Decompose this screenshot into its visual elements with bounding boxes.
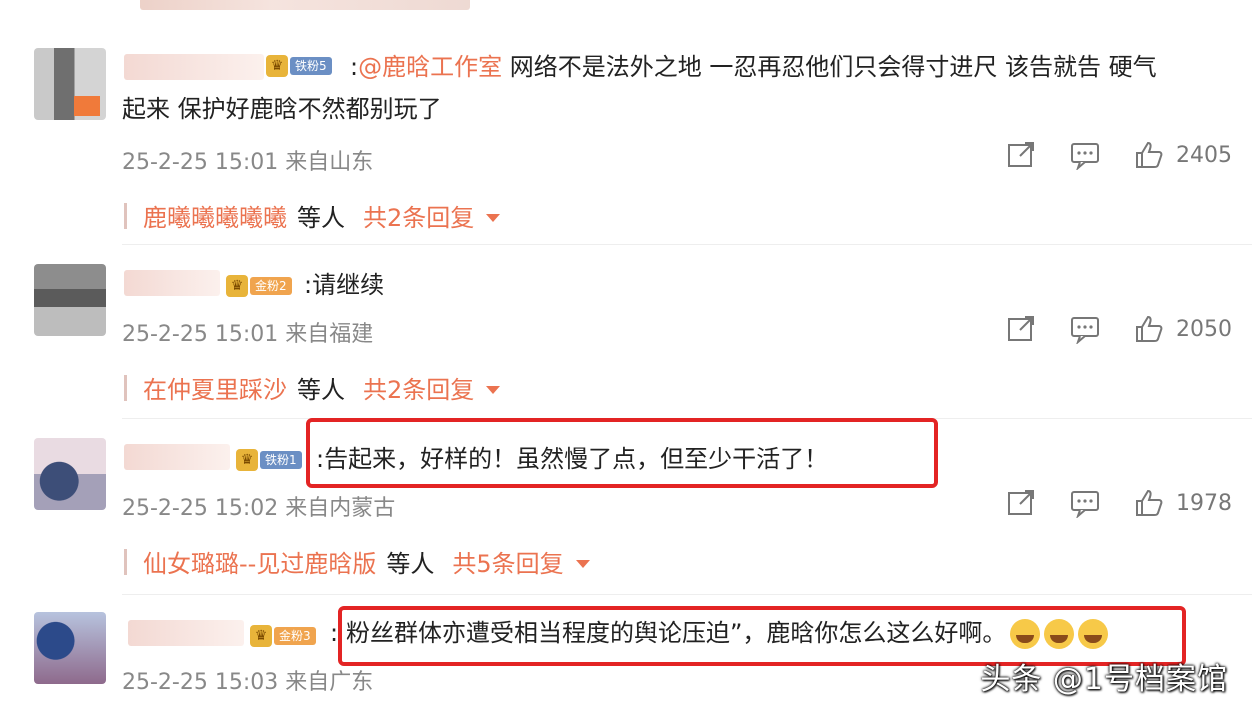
comment-meta: 25-2-25 15:02 来自内蒙古 — [122, 496, 396, 521]
comment-actions: 2050 — [1006, 314, 1252, 346]
fan-badge[interactable]: ♛ 铁粉1 — [236, 448, 302, 472]
comment-icon[interactable] — [1070, 140, 1100, 172]
comment-meta: 25-2-25 15:01 来自福建 — [122, 322, 374, 347]
avatar[interactable] — [34, 438, 106, 510]
share-icon[interactable] — [1006, 140, 1036, 170]
crown-icon: ♛ — [226, 275, 248, 297]
username-blurred[interactable] — [124, 54, 264, 80]
reply-count[interactable]: 共2条回复 — [363, 198, 474, 233]
comment-actions: 1978 — [1006, 488, 1252, 520]
like-count: 2050 — [1176, 316, 1232, 342]
previous-comment-fragment — [140, 0, 470, 10]
reply-others: 等人 — [297, 204, 345, 232]
avatar[interactable] — [34, 264, 106, 336]
avatar[interactable] — [34, 48, 106, 120]
comment-prefix: : — [330, 619, 339, 647]
mention-link[interactable]: @鹿晗工作室 — [358, 53, 502, 81]
like-count: 2405 — [1176, 142, 1232, 168]
fan-badge[interactable]: ♛ 铁粉5 — [266, 54, 332, 78]
watermark: 头条 @1号档案馆 — [980, 662, 1228, 697]
reply-others: 等人 — [297, 376, 345, 404]
caret-down-icon[interactable] — [486, 213, 501, 222]
reply-user[interactable]: 在仲夏里踩沙 — [143, 370, 287, 405]
share-icon[interactable] — [1006, 488, 1036, 518]
comment-text: :@鹿晗工作室 网络不是法外之地 一忍再忍他们只会得寸进尺 该告就告 硬气 — [350, 53, 1157, 81]
reply-bar — [124, 374, 127, 401]
comment-text-line2: 起来 保护好鹿晗不然都别玩了 — [122, 95, 442, 123]
like-icon[interactable] — [1134, 488, 1164, 518]
comment-icon[interactable] — [1070, 488, 1100, 520]
reply-summary[interactable]: 鹿曦曦曦曦曦 等人 共2条回复 — [124, 198, 501, 233]
highlight-box — [306, 418, 938, 488]
share-icon[interactable] — [1006, 314, 1036, 344]
reply-summary[interactable]: 在仲夏里踩沙 等人 共2条回复 — [124, 370, 501, 405]
reply-count[interactable]: 共2条回复 — [363, 370, 474, 405]
comment-actions: 2405 — [1006, 140, 1252, 172]
comment-text: :请继续 — [304, 271, 385, 299]
badge-label: 金粉3 — [274, 627, 316, 645]
fan-badge[interactable]: ♛ 金粉2 — [226, 274, 292, 298]
reply-others: 等人 — [386, 550, 435, 578]
like-icon[interactable] — [1134, 140, 1164, 170]
reply-user[interactable]: 鹿曦曦曦曦曦 — [143, 198, 287, 233]
divider — [122, 244, 1252, 245]
comment-text-line1: 网络不是法外之地 一忍再忍他们只会得寸进尺 该告就告 硬气 — [509, 53, 1157, 81]
comment-icon[interactable] — [1070, 314, 1100, 346]
badge-label: 铁粉5 — [290, 57, 332, 75]
username-blurred[interactable] — [124, 270, 220, 296]
caret-down-icon[interactable] — [575, 559, 590, 568]
fan-badge[interactable]: ♛ 金粉3 — [250, 624, 316, 648]
crown-icon: ♛ — [236, 449, 258, 471]
like-count: 1978 — [1176, 490, 1232, 516]
reply-count[interactable]: 共5条回复 — [452, 544, 563, 579]
crown-icon: ♛ — [266, 55, 288, 77]
caret-down-icon[interactable] — [486, 385, 501, 394]
reply-summary[interactable]: 仙女璐璐--见过鹿晗版 等人 共5条回复 — [124, 544, 590, 579]
avatar[interactable] — [34, 612, 106, 684]
username-blurred[interactable] — [124, 444, 230, 470]
comment-meta: 25-2-25 15:01 来自山东 — [122, 150, 374, 175]
like-icon[interactable] — [1134, 314, 1164, 344]
badge-label: 铁粉1 — [260, 451, 302, 469]
divider — [122, 594, 1252, 595]
badge-label: 金粉2 — [250, 277, 292, 295]
username-blurred[interactable] — [128, 620, 244, 646]
crown-icon: ♛ — [250, 625, 272, 647]
comment-meta: 25-2-25 15:03 来自广东 — [122, 670, 374, 695]
reply-user[interactable]: 仙女璐璐--见过鹿晗版 — [143, 544, 376, 579]
reply-bar — [124, 202, 127, 229]
reply-bar — [124, 548, 127, 575]
